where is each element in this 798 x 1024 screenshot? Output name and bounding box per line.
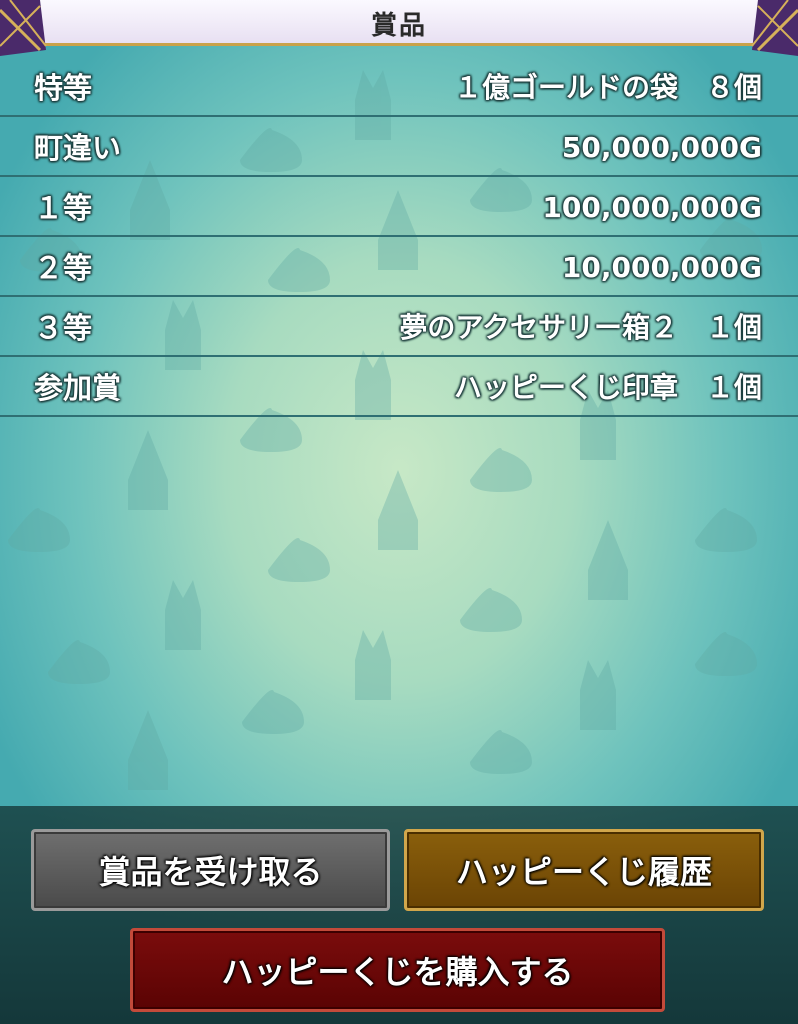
prize-value: ハッピーくじ印章 １個 [453, 371, 762, 404]
prize-row-special: 特等 １億ゴールドの袋 ８個 [0, 57, 798, 117]
prize-value: 夢のアクセサリー箱２ １個 [399, 311, 762, 344]
prize-rank-label: 特等 [34, 71, 93, 105]
prize-row-participation: 参加賞 ハッピーくじ印章 １個 [0, 357, 798, 417]
lottery-history-button[interactable]: ハッピーくじ履歴 [404, 829, 764, 911]
page-title: 賞品 [370, 11, 427, 41]
prize-rank-label: 参加賞 [34, 371, 122, 405]
prize-value: 100,000,000G [542, 191, 762, 224]
prize-row-second: ２等 10,000,000G [0, 237, 798, 297]
prize-value: １億ゴールドの袋 ８個 [453, 71, 762, 104]
prize-value: 10,000,000G [561, 251, 762, 284]
prize-rank-label: 町違い [34, 131, 122, 165]
prize-rank-label: １等 [34, 191, 93, 225]
prize-rank-label: ３等 [34, 311, 93, 345]
buy-lottery-button[interactable]: ハッピーくじを購入する [130, 928, 665, 1012]
prize-row-wrong-town: 町違い 50,000,000G [0, 117, 798, 177]
prize-rank-label: ２等 [34, 251, 93, 285]
prize-row-first: １等 100,000,000G [0, 177, 798, 237]
prize-list: 特等 １億ゴールドの袋 ８個 町違い 50,000,000G １等 100,00… [0, 57, 798, 417]
header: 賞品 [0, 0, 798, 56]
prize-row-third: ３等 夢のアクセサリー箱２ １個 [0, 297, 798, 357]
prize-value: 50,000,000G [561, 131, 762, 164]
receive-prize-button[interactable]: 賞品を受け取る [31, 829, 390, 911]
